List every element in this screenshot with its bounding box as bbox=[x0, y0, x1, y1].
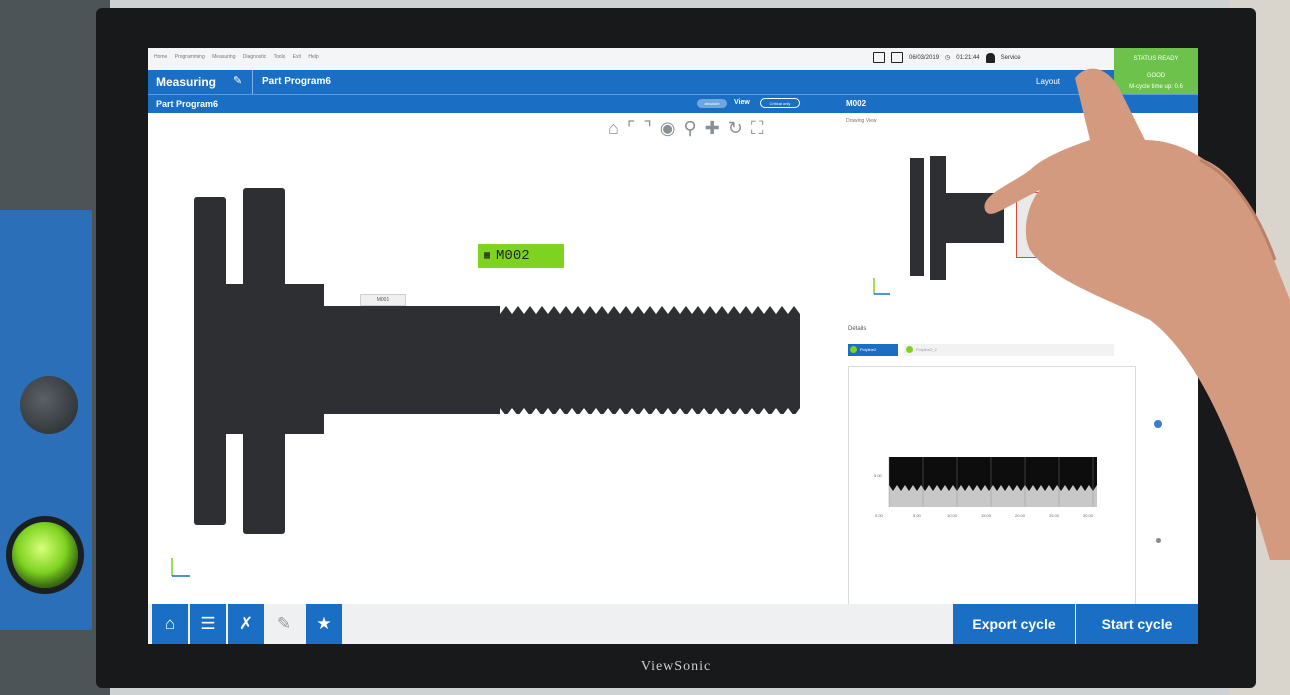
status-good-label: GOOD bbox=[1146, 73, 1166, 79]
start-cycle-button[interactable]: Start cycle bbox=[1076, 604, 1198, 644]
rotate-icon[interactable]: ↻ bbox=[728, 118, 743, 139]
status-good-badge: GOOD M-cycle time up: 0.6 bbox=[1114, 70, 1198, 94]
menu-item-diagnostic[interactable]: Diagnostic bbox=[243, 54, 266, 60]
x-tick-label: 5.00 bbox=[913, 513, 922, 518]
section-title: Measuring bbox=[156, 75, 217, 89]
menu-bar: Home Programming Measuring Diagnostic To… bbox=[148, 48, 1198, 71]
drawing-view-label: Drawing View bbox=[846, 118, 877, 124]
checklist-icon: ☰ bbox=[200, 614, 216, 633]
menu-item-programming[interactable]: Programming bbox=[175, 54, 205, 60]
menu-item-tools[interactable]: Tools bbox=[274, 54, 286, 60]
export-cycle-button[interactable]: Export cycle bbox=[953, 604, 1075, 644]
status-area: 06/03/2019 ◷ 01:21:44 Service bbox=[873, 52, 1021, 63]
pencil-icon: ✎ bbox=[276, 614, 292, 633]
measure-tag-icon: ▦ bbox=[484, 251, 491, 262]
details-tab-polyline2[interactable]: Polyline2 bbox=[848, 344, 898, 356]
measure-tag-secondary-label: M001 bbox=[376, 297, 390, 303]
measure-tag-main[interactable]: ▦ M002 bbox=[478, 244, 564, 268]
message-icon[interactable] bbox=[873, 52, 885, 63]
favorites-button[interactable]: ★ bbox=[306, 604, 342, 644]
expand-icon[interactable]: ⛶ bbox=[751, 118, 764, 139]
star-icon: ★ bbox=[316, 614, 332, 633]
monitor-brand: ViewSonic bbox=[640, 659, 712, 674]
calendar-icon bbox=[891, 52, 903, 63]
edit-pencil-icon[interactable]: ✎ bbox=[233, 74, 242, 87]
start-lamp-button[interactable] bbox=[12, 522, 78, 588]
zoom-icon[interactable]: ⚲ bbox=[683, 118, 696, 139]
details-tab-polyline2-label: Polyline2 bbox=[860, 347, 877, 352]
pencil-button[interactable]: ✎ bbox=[266, 604, 302, 644]
x-tick-label: 30.00 bbox=[1083, 513, 1094, 518]
menu-item-measuring[interactable]: Measuring bbox=[212, 54, 235, 60]
main-menu: Home Programming Measuring Diagnostic To… bbox=[154, 54, 325, 60]
thread-bottom-teeth bbox=[500, 408, 800, 414]
status-dot-icon bbox=[850, 346, 857, 353]
view-label: View bbox=[734, 99, 750, 106]
subbar-program-name: Part Program6 bbox=[156, 99, 219, 109]
details-tab-polyline2-2[interactable]: Polyline2_2 bbox=[904, 344, 1114, 356]
x-tick-labels: 0.00 5.00 10.00 15.00 20.00 25.00 30.00 bbox=[875, 513, 1094, 518]
page-indicator-dot[interactable] bbox=[1156, 538, 1161, 543]
y-tick-label: 5.00 bbox=[874, 473, 883, 478]
profile-chart: 5.00 0.00 5.00 10.00 15.00 20.00 25.00 3… bbox=[874, 457, 1097, 518]
preview-axis-indicator bbox=[873, 278, 890, 295]
title-divider bbox=[252, 70, 253, 94]
x-tick-label: 15.00 bbox=[981, 513, 992, 518]
status-date: 06/03/2019 bbox=[909, 54, 940, 61]
critical-only-toggle[interactable]: Critical only bbox=[760, 98, 800, 108]
status-good-subtext: M-cycle time up: 0.6 bbox=[1129, 84, 1183, 90]
x-tick-label: 0.00 bbox=[875, 513, 884, 518]
feature-name: M002 bbox=[846, 99, 867, 108]
part-hub bbox=[194, 284, 324, 434]
part-neck bbox=[324, 306, 500, 414]
home-button[interactable]: ⌂ bbox=[152, 604, 188, 644]
drawing-toolbar: ⌂ ⌜ ⌝ ◉ ⚲ ✚ ↻ ⛶ bbox=[608, 118, 763, 139]
measure-tag-secondary[interactable]: M001 bbox=[360, 294, 406, 306]
app-screen: Home Programming Measuring Diagnostic To… bbox=[148, 48, 1198, 644]
program-subbar: Part Program6 absolute View Critical onl… bbox=[148, 94, 842, 113]
bottom-bar: ⌂ ☰ ✗ ✎ ★ Export cycle Start cycle bbox=[148, 604, 1198, 644]
measure-tag-main-label: M002 bbox=[496, 248, 530, 264]
page-indicator-dot[interactable] bbox=[1154, 420, 1162, 428]
status-user[interactable]: Service bbox=[1001, 55, 1021, 61]
fit-y-icon[interactable]: ⌝ bbox=[643, 118, 651, 139]
x-tick-label: 20.00 bbox=[1015, 513, 1026, 518]
details-label: Details bbox=[848, 326, 867, 332]
menu-item-help[interactable]: Help bbox=[308, 54, 318, 60]
thread-top-teeth bbox=[500, 306, 800, 314]
menu-item-exit[interactable]: Exit bbox=[293, 54, 301, 60]
preview-shaft bbox=[944, 193, 1004, 243]
x-tick-label: 25.00 bbox=[1049, 513, 1060, 518]
pan-icon[interactable]: ✚ bbox=[705, 118, 720, 139]
home-view-icon[interactable]: ⌂ bbox=[608, 118, 619, 139]
status-dot-icon bbox=[906, 346, 913, 353]
status-time: 01:21:44 bbox=[956, 54, 980, 61]
program-title: Part Program6 bbox=[262, 76, 331, 87]
preview-selection-box[interactable] bbox=[1016, 192, 1040, 258]
details-chart: 5.00 0.00 5.00 10.00 15.00 20.00 25.00 3… bbox=[848, 366, 1136, 606]
part-thread bbox=[500, 306, 800, 414]
user-icon bbox=[985, 52, 995, 63]
power-button[interactable] bbox=[20, 376, 78, 434]
thread-core bbox=[500, 314, 800, 408]
tools-icon: ✗ bbox=[238, 614, 254, 633]
clock-icon: ◷ bbox=[945, 55, 951, 61]
menu-item-home[interactable]: Home bbox=[154, 54, 167, 60]
feature-subbar: M002 bbox=[842, 94, 1198, 113]
preview-flange-left bbox=[910, 158, 924, 276]
home-icon: ⌂ bbox=[164, 614, 176, 633]
axis-indicator bbox=[171, 558, 190, 577]
chart-profile-band bbox=[889, 457, 1097, 485]
checklist-button[interactable]: ☰ bbox=[190, 604, 226, 644]
layout-button[interactable]: Layout bbox=[1036, 77, 1060, 86]
target-icon[interactable]: ◉ bbox=[660, 118, 676, 139]
title-bar: Measuring ✎ Part Program6 Layout bbox=[148, 70, 1114, 94]
absolute-toggle[interactable]: absolute bbox=[697, 99, 727, 108]
fit-x-icon[interactable]: ⌜ bbox=[627, 118, 635, 139]
details-tab-polyline2-2-label: Polyline2_2 bbox=[916, 347, 937, 352]
tools-button[interactable]: ✗ bbox=[228, 604, 264, 644]
x-tick-label: 10.00 bbox=[947, 513, 958, 518]
status-ready-badge: STATUS READY bbox=[1114, 48, 1198, 70]
